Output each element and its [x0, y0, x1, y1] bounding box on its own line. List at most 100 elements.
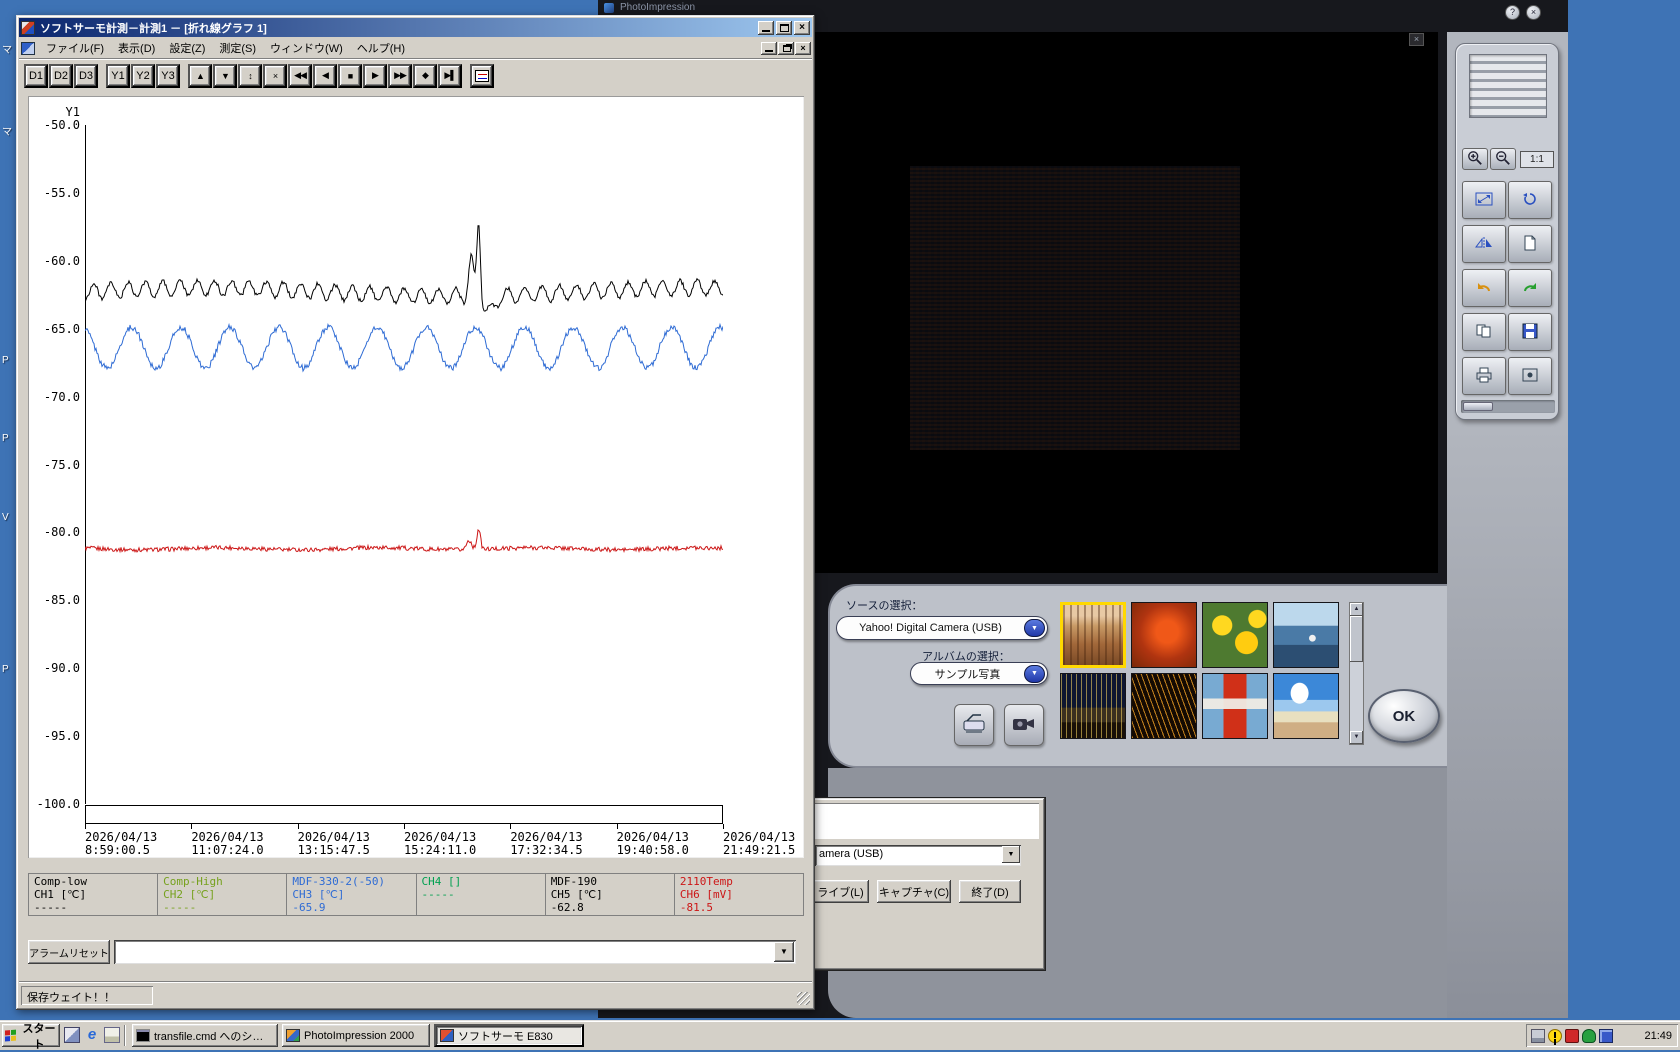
scroll-down-button[interactable]: ▼ — [1350, 731, 1363, 744]
dropdown-arrow-icon[interactable]: ▼ — [1002, 846, 1020, 863]
skip-last-button[interactable]: ▶▌ — [438, 63, 462, 88]
d1-button[interactable]: D1 — [24, 63, 48, 88]
slider-thumb[interactable] — [1463, 402, 1493, 411]
task-softthermo[interactable]: ソフトサーモ E830 — [434, 1024, 584, 1047]
y2-button[interactable]: Y2 — [131, 63, 155, 88]
expand-button[interactable]: ↕ — [238, 63, 262, 88]
child-close-button[interactable]: × — [795, 41, 811, 55]
thumbnail-night-city[interactable] — [1060, 673, 1126, 739]
menu-measure[interactable]: 測定(S) — [212, 37, 263, 59]
menu-settings[interactable]: 設定(Z) — [162, 37, 212, 59]
scroll-thumb[interactable] — [1350, 616, 1363, 662]
save-button[interactable] — [1508, 313, 1552, 351]
rotate-button[interactable] — [1508, 181, 1552, 219]
resize-grip[interactable] — [797, 992, 810, 1005]
child-window-icon[interactable] — [21, 41, 35, 55]
preview-close-button[interactable]: × — [1409, 33, 1424, 46]
step-back-button[interactable]: ◀ — [313, 63, 337, 88]
camera-source-button[interactable] — [1004, 704, 1044, 746]
dropdown-arrow-icon[interactable]: ▼ — [1024, 664, 1045, 683]
capture-button[interactable]: キャプチャ(C) — [877, 880, 951, 903]
thumbnail-beach-sky[interactable] — [1273, 673, 1339, 739]
thumbnail-scrollbar[interactable]: ▲ ▼ — [1349, 602, 1364, 745]
thumbnail-desert-spires[interactable] — [1060, 602, 1126, 668]
thumbnail-harbor-boats[interactable] — [1273, 602, 1339, 668]
scale-down-button[interactable]: ▼ — [213, 63, 237, 88]
maximize-button[interactable] — [776, 20, 792, 35]
child-restore-button[interactable] — [778, 41, 794, 55]
d3-button[interactable]: D3 — [74, 63, 98, 88]
marker-button[interactable]: ◆ — [413, 63, 437, 88]
menu-window[interactable]: ウィンドウ(W) — [263, 37, 350, 59]
outlook-icon[interactable] — [104, 1027, 120, 1043]
copy-button[interactable] — [1462, 313, 1506, 351]
child-minimize-button[interactable] — [761, 41, 777, 55]
scanner-source-button[interactable] — [954, 704, 994, 746]
thumbnail-yellow-flowers[interactable] — [1202, 602, 1268, 668]
settings-button[interactable] — [1508, 357, 1552, 395]
start-button[interactable]: スタート — [2, 1023, 60, 1051]
thumbnail-fiber-lights[interactable] — [1131, 673, 1197, 739]
dropdown-arrow-icon[interactable]: ▼ — [774, 942, 794, 962]
tool-panel-slider[interactable] — [1461, 400, 1555, 413]
stop-button[interactable]: ■ — [338, 63, 362, 88]
graph-settings-button[interactable] — [470, 63, 494, 88]
desktop-icon-label-fragment[interactable]: V — [2, 512, 9, 523]
fit-to-window-button[interactable] — [1462, 181, 1506, 219]
compress-button[interactable]: × — [263, 63, 287, 88]
menu-view[interactable]: 表示(D) — [111, 37, 162, 59]
skip-first-button[interactable]: ◀◀ — [288, 63, 312, 88]
x-tick-label: 2026/04/13 13:15:47.5 — [297, 830, 370, 857]
zoom-in-button[interactable] — [1462, 148, 1488, 170]
softthermo-icon — [440, 1029, 454, 1042]
show-desktop-icon[interactable] — [64, 1027, 80, 1043]
chart-range-bar[interactable] — [85, 805, 723, 824]
live-button[interactable]: ライブ(L) — [812, 880, 869, 903]
step-forward-button[interactable]: ▶ — [363, 63, 387, 88]
titlebar[interactable]: ソフトサーモ計測－計測1 － [折れ線グラフ 1] × — [19, 18, 812, 37]
alarm-combo[interactable]: ▼ — [114, 940, 796, 964]
antivirus-icon[interactable] — [1582, 1028, 1596, 1043]
task-transfile[interactable]: transfile.cmd へのショート... — [132, 1024, 278, 1047]
flip-horizontal-button[interactable] — [1462, 225, 1506, 263]
fast-forward-button[interactable]: ▶▶ — [388, 63, 412, 88]
dropdown-arrow-icon[interactable]: ▼ — [1024, 619, 1045, 637]
menu-help[interactable]: ヘルプ(H) — [350, 37, 412, 59]
desktop-icon-label-fragment[interactable]: P — [2, 433, 9, 444]
paste-page-button[interactable] — [1508, 225, 1552, 263]
close-button[interactable]: × — [794, 20, 810, 35]
internet-explorer-icon[interactable]: e — [84, 1027, 100, 1043]
minimize-button[interactable] — [758, 20, 774, 35]
network-icon[interactable] — [1599, 1028, 1613, 1043]
album-select-dropdown[interactable]: サンプル写真 ▼ — [910, 662, 1048, 685]
menu-file[interactable]: ファイル(F) — [39, 37, 111, 59]
device-status-icon[interactable] — [1531, 1028, 1545, 1043]
d2-button[interactable]: D2 — [49, 63, 73, 88]
y1-button[interactable]: Y1 — [106, 63, 130, 88]
desktop-icon-label-fragment[interactable]: マ — [2, 123, 12, 138]
taskbar: スタート e transfile.cmd へのショート... PhotoImpr… — [0, 1020, 1680, 1051]
redo-button[interactable] — [1508, 269, 1552, 307]
help-button[interactable]: ? — [1505, 5, 1520, 20]
exit-button[interactable]: 終了(D) — [959, 880, 1021, 903]
alarm-reset-button[interactable]: アラームリセット — [28, 940, 110, 964]
thumbnail-lighthouse[interactable] — [1202, 673, 1268, 739]
photoimpression-close-button[interactable]: × — [1526, 5, 1541, 20]
y3-button[interactable]: Y3 — [156, 63, 180, 88]
undo-button[interactable] — [1462, 269, 1506, 307]
scroll-up-button[interactable]: ▲ — [1350, 603, 1363, 616]
desktop-icon-label-fragment[interactable]: マ — [2, 41, 12, 56]
desktop-icon-label-fragment[interactable]: P — [2, 664, 9, 675]
volume-icon[interactable] — [1565, 1028, 1579, 1043]
x-tick-mark — [85, 824, 86, 829]
source-select-dropdown[interactable]: Yahoo! Digital Camera (USB) ▼ — [836, 616, 1048, 640]
thumbnail-cardinal-bird[interactable] — [1131, 602, 1197, 668]
print-button[interactable] — [1462, 357, 1506, 395]
desktop-icon-label-fragment[interactable]: P — [2, 355, 9, 366]
zoom-out-button[interactable] — [1490, 148, 1516, 170]
scale-up-button[interactable]: ▲ — [188, 63, 212, 88]
task-photoimpression[interactable]: PhotoImpression 2000 — [282, 1024, 430, 1047]
warning-icon[interactable] — [1548, 1028, 1562, 1043]
device-select-combo[interactable]: amera (USB) ▼ — [815, 845, 1021, 866]
ok-button[interactable]: OK — [1368, 689, 1440, 743]
